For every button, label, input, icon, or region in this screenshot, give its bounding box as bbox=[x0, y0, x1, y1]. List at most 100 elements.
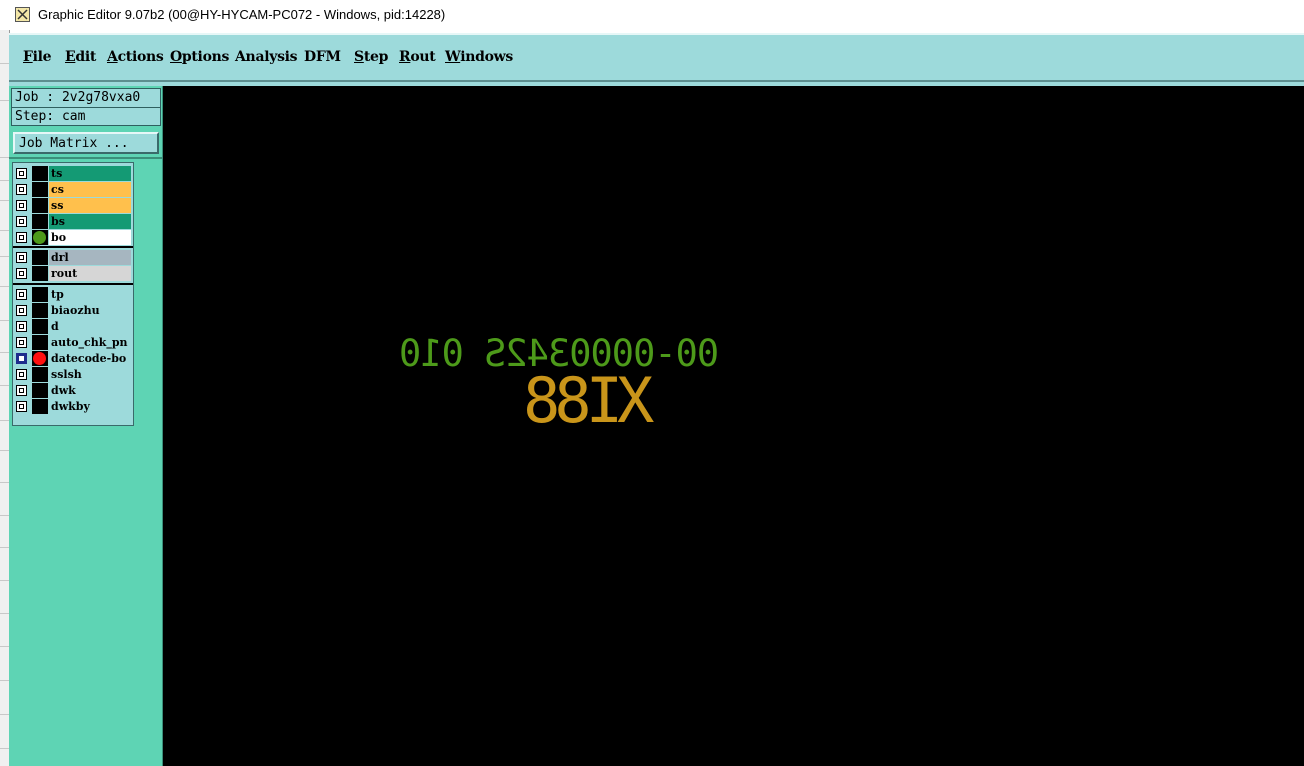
layer-checkbox[interactable] bbox=[16, 401, 27, 412]
checkbox-mark bbox=[19, 308, 24, 313]
checkbox-mark bbox=[19, 255, 24, 260]
menu-windows[interactable]: Windows bbox=[445, 49, 513, 65]
checkbox-mark bbox=[19, 388, 24, 393]
layer-display-slot[interactable] bbox=[32, 287, 48, 302]
layer-name[interactable]: dwkby bbox=[49, 399, 131, 414]
layer-display-slot[interactable] bbox=[32, 166, 48, 181]
layer-name[interactable]: bs bbox=[49, 214, 131, 229]
menu-actions[interactable]: Actions bbox=[107, 49, 164, 65]
step-label: Step: cam bbox=[15, 109, 86, 124]
layer-display-dot-icon[interactable] bbox=[33, 352, 46, 365]
layer-name[interactable]: drl bbox=[49, 250, 131, 265]
layer-name[interactable]: cs bbox=[49, 182, 131, 197]
layer-display-slot[interactable] bbox=[32, 182, 48, 197]
layer-name[interactable]: ss bbox=[49, 198, 131, 213]
panel-divider bbox=[9, 157, 163, 159]
checkbox-mark bbox=[19, 187, 24, 192]
info-divider bbox=[12, 107, 160, 108]
layer-row-ss[interactable]: ss bbox=[13, 198, 133, 213]
menu-analysis[interactable]: Analysis bbox=[235, 49, 298, 65]
layer-row-auto_chk_pn[interactable]: auto_chk_pn bbox=[13, 335, 133, 350]
job-matrix-button[interactable]: Job Matrix ... bbox=[13, 132, 159, 154]
menu-edit[interactable]: Edit bbox=[65, 49, 96, 65]
layer-row-sslsh[interactable]: sslsh bbox=[13, 367, 133, 382]
checkbox-mark bbox=[19, 372, 24, 377]
title-bar: Graphic Editor 9.07b2 (00@HY-HYCAM-PC072… bbox=[0, 0, 1304, 30]
checkbox-mark bbox=[19, 219, 24, 224]
layer-panel: Job : 2v2g78vxa0 Step: cam Job Matrix ..… bbox=[9, 86, 163, 766]
layer-name[interactable]: ts bbox=[49, 166, 131, 181]
menu-dfm[interactable]: DFM bbox=[304, 49, 341, 65]
layer-checkbox[interactable] bbox=[16, 252, 27, 263]
checkbox-mark bbox=[19, 356, 24, 361]
layer-checkbox[interactable] bbox=[16, 337, 27, 348]
layer-list: ts cs ss bs bo drl rout tp biaozhu d auto_chk_pn da… bbox=[12, 162, 134, 426]
window-title: Graphic Editor 9.07b2 (00@HY-HYCAM-PC072… bbox=[38, 7, 446, 22]
layer-checkbox[interactable] bbox=[16, 200, 27, 211]
layer-row-bo[interactable]: bo bbox=[13, 230, 133, 245]
layer-display-slot[interactable] bbox=[32, 198, 48, 213]
menu-rout[interactable]: Rout bbox=[399, 49, 436, 65]
layer-name[interactable]: rout bbox=[49, 266, 131, 281]
checkbox-mark bbox=[19, 324, 24, 329]
menu-options[interactable]: Options bbox=[170, 49, 229, 65]
layer-name[interactable]: auto_chk_pn bbox=[49, 335, 131, 350]
layer-group-divider bbox=[13, 246, 133, 248]
layer-group-divider bbox=[13, 283, 133, 285]
layer-display-slot[interactable] bbox=[32, 303, 48, 318]
layer-checkbox[interactable] bbox=[16, 385, 27, 396]
app-icon[interactable] bbox=[15, 7, 30, 22]
layer-checkbox[interactable] bbox=[16, 184, 27, 195]
job-info: Job : 2v2g78vxa0 Step: cam bbox=[11, 88, 161, 126]
layer-checkbox[interactable] bbox=[16, 216, 27, 227]
layer-name[interactable]: d bbox=[49, 319, 131, 334]
layer-row-datecode-bo[interactable]: datecode-bo bbox=[13, 351, 133, 366]
layer-row-dwkby[interactable]: dwkby bbox=[13, 399, 133, 414]
layer-row-cs[interactable]: cs bbox=[13, 182, 133, 197]
job-label: Job : 2v2g78vxa0 bbox=[15, 90, 141, 105]
layer-row-dwk[interactable]: dwk bbox=[13, 383, 133, 398]
layer-checkbox[interactable] bbox=[16, 321, 27, 332]
layer-row-biaozhu[interactable]: biaozhu bbox=[13, 303, 133, 318]
layer-display-slot[interactable] bbox=[32, 214, 48, 229]
layer-checkbox[interactable] bbox=[16, 289, 27, 300]
checkbox-mark bbox=[19, 271, 24, 276]
layer-name[interactable]: biaozhu bbox=[49, 303, 131, 318]
layer-checkbox[interactable] bbox=[16, 353, 27, 364]
layer-row-drl[interactable]: drl bbox=[13, 250, 133, 265]
canvas-text-code: XI88 bbox=[529, 364, 655, 437]
checkbox-mark bbox=[19, 404, 24, 409]
layer-row-rout[interactable]: rout bbox=[13, 266, 133, 281]
layer-name[interactable]: tp bbox=[49, 287, 131, 302]
layer-display-slot[interactable] bbox=[32, 335, 48, 350]
layer-display-slot[interactable] bbox=[32, 319, 48, 334]
menu-step[interactable]: Step bbox=[354, 49, 388, 65]
layer-checkbox[interactable] bbox=[16, 232, 27, 243]
checkbox-mark bbox=[19, 340, 24, 345]
layer-display-slot[interactable] bbox=[32, 383, 48, 398]
layer-display-slot[interactable] bbox=[32, 399, 48, 414]
layer-checkbox[interactable] bbox=[16, 305, 27, 316]
layer-row-tp[interactable]: tp bbox=[13, 287, 133, 302]
layer-name[interactable]: bo bbox=[49, 230, 131, 245]
layer-display-slot[interactable] bbox=[32, 266, 48, 281]
layer-checkbox[interactable] bbox=[16, 168, 27, 179]
layer-display-slot[interactable] bbox=[32, 250, 48, 265]
layer-display-dot-icon[interactable] bbox=[33, 231, 46, 244]
layer-display-slot[interactable] bbox=[32, 367, 48, 382]
menu-file[interactable]: File bbox=[23, 49, 52, 65]
graphic-canvas[interactable]: 00-0000342S 010 XI88 bbox=[163, 86, 1304, 766]
layer-name[interactable]: sslsh bbox=[49, 367, 131, 382]
layer-name[interactable]: datecode-bo bbox=[49, 351, 131, 366]
layer-row-d[interactable]: d bbox=[13, 319, 133, 334]
checkbox-mark bbox=[19, 171, 24, 176]
layer-checkbox[interactable] bbox=[16, 268, 27, 279]
layer-row-ts[interactable]: ts bbox=[13, 166, 133, 181]
layer-row-bs[interactable]: bs bbox=[13, 214, 133, 229]
checkbox-mark bbox=[19, 292, 24, 297]
layer-name[interactable]: dwk bbox=[49, 383, 131, 398]
checkbox-mark bbox=[19, 235, 24, 240]
menu-bar: File Edit Actions Options Analysis DFM S… bbox=[9, 33, 1304, 82]
layer-checkbox[interactable] bbox=[16, 369, 27, 380]
checkbox-mark bbox=[19, 203, 24, 208]
